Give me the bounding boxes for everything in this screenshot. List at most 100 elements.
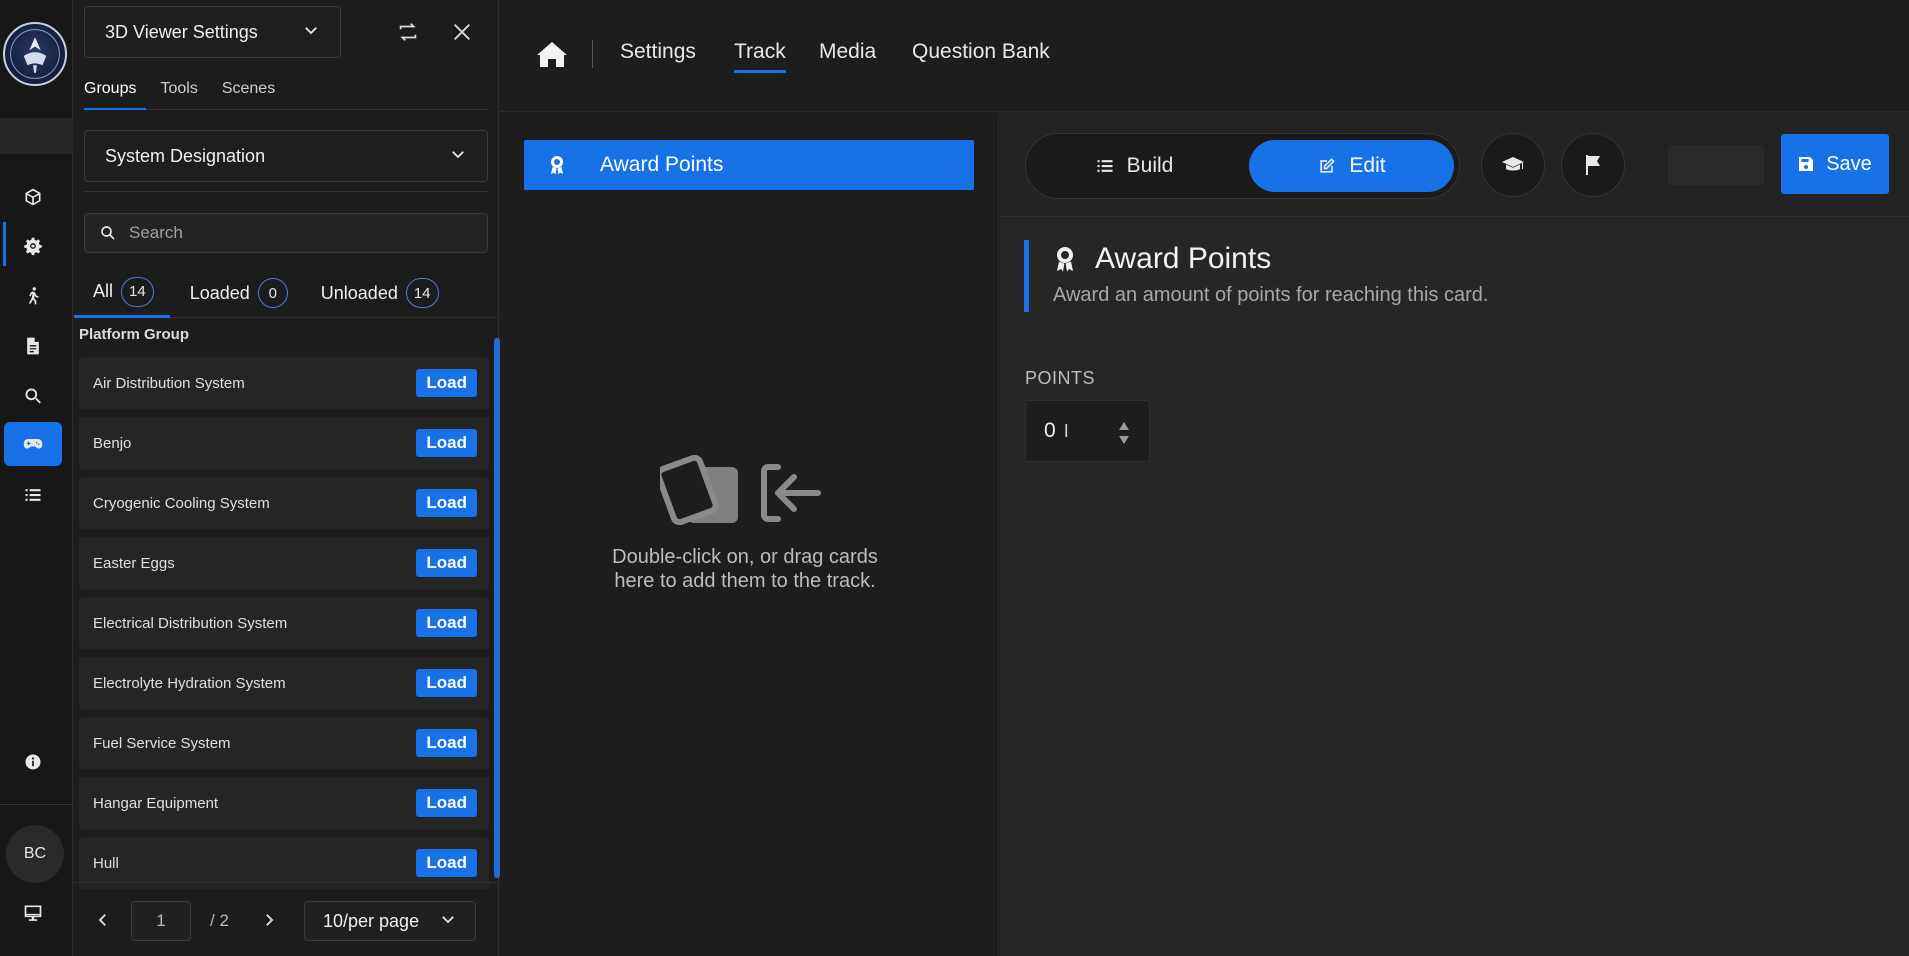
nav-track[interactable]: Track [734,40,786,73]
monitor-icon[interactable] [4,891,62,935]
card-description: Award an amount of points for reaching t… [1053,284,1489,306]
home-icon[interactable] [536,40,570,70]
graduation-cap-icon[interactable] [1481,133,1545,197]
search-icon[interactable] [4,374,62,418]
list-item: Benjo Load [79,417,489,469]
document-icon[interactable] [4,324,62,368]
item-name: Hangar Equipment [93,794,219,812]
edit-icon [1320,158,1336,173]
top-navigation: Settings Track Media Question Bank [500,0,1909,112]
filter-unloaded[interactable]: Unloaded 14 [288,268,439,318]
nav-media[interactable]: Media [819,40,876,64]
mode-toggle: Build Edit [1025,133,1460,199]
chevron-down-icon [449,145,467,168]
close-icon[interactable] [444,14,480,50]
text-cursor-icon: I [1063,420,1069,441]
item-name: Hull [93,854,119,872]
list-item: Hangar Equipment Load [79,777,489,829]
left-rail: BC [0,0,73,956]
panel-mode-select[interactable]: 3D Viewer Settings [84,6,341,58]
award-icon [1057,247,1073,272]
info-icon[interactable] [4,740,62,784]
pagination: 1 / 2 10/per page [74,882,498,956]
filter-unloaded-count: 14 [405,278,439,308]
chevron-right-icon[interactable] [254,905,284,935]
list-icon[interactable] [4,473,62,517]
edit-mode-button[interactable]: Edit [1249,140,1454,192]
nav-settings[interactable]: Settings [620,40,696,64]
load-button[interactable]: Load [416,369,477,397]
filter-all[interactable]: All 14 [74,268,170,318]
filter-loaded-label: Loaded [189,282,250,303]
filter-all-label: All [93,281,114,301]
tab-tools[interactable]: Tools [160,70,207,110]
filter-loaded[interactable]: Loaded 0 [170,268,288,318]
points-number-input[interactable]: 0 I [1025,400,1150,462]
load-button[interactable]: Load [416,489,477,517]
item-name: Benjo [93,434,132,452]
per-page-select[interactable]: 10/per page [304,901,476,941]
chevron-left-icon[interactable] [88,905,118,935]
page-total: / 2 [210,911,229,930]
load-button[interactable]: Load [416,669,477,697]
item-name: Cryogenic Cooling System [93,494,270,512]
load-button[interactable]: Load [416,729,477,757]
card-title-row: Award Points [1053,242,1884,276]
track-card-label: Award Points [600,153,724,176]
group-by-value: System Designation [105,145,266,166]
list-item: Fuel Service System Load [79,717,489,769]
group-by-select[interactable]: System Designation [84,130,488,182]
walking-person-icon[interactable] [4,274,62,318]
item-name: Electrical Distribution System [93,614,288,632]
tab-groups[interactable]: Groups [84,70,147,110]
load-filter-tabs: All 14 Loaded 0 Unloaded 14 [74,268,498,318]
refresh-icon[interactable] [390,14,426,50]
list-item: Cryogenic Cooling System Load [79,477,489,529]
build-mode-label: Build [1126,154,1174,177]
group-heading: Platform Group [79,326,190,343]
chevron-down-icon [302,21,320,44]
search-input[interactable] [129,223,459,243]
gear-icon[interactable] [4,224,62,268]
gamepad-icon[interactable] [4,422,62,466]
track-card-award-points[interactable]: Award Points [524,140,974,190]
panel-title: 3D Viewer Settings [105,21,258,42]
app-window: BC 3D Viewer Settings Groups Tools Scene… [0,0,1909,956]
card-title: Award Points [1095,242,1272,275]
nav-question-bank[interactable]: Question Bank [912,40,1050,64]
viewer-settings-panel: 3D Viewer Settings Groups Tools Scenes S… [74,0,499,956]
list-item: Air Distribution System Load [79,357,489,409]
card-editor: Build Edit Save Award Points Award an am… [1000,113,1909,956]
search-field[interactable] [84,213,488,253]
load-button[interactable]: Load [416,849,477,877]
item-name: Air Distribution System [93,374,245,392]
save-label: Save [1826,152,1872,175]
load-button[interactable]: Load [416,549,477,577]
nav-divider [592,40,593,68]
item-name: Easter Eggs [93,554,175,572]
build-mode-button[interactable]: Build [1034,140,1234,192]
cube-icon[interactable] [4,175,62,219]
rail-bottom-divider [0,804,73,805]
filter-all-count: 14 [121,276,154,307]
tab-scenes[interactable]: Scenes [222,70,285,110]
editor-toolbar: Build Edit Save [1000,113,1909,217]
save-icon [1799,157,1814,171]
filter-unloaded-label: Unloaded [320,282,398,303]
load-button[interactable]: Load [416,609,477,637]
load-button[interactable]: Load [416,429,477,457]
save-button[interactable]: Save [1781,134,1889,194]
edit-mode-label: Edit [1349,154,1386,177]
item-name: Electrolyte Hydration System [93,674,286,692]
page-number-input[interactable]: 1 [131,901,191,941]
flag-icon[interactable] [1561,133,1625,197]
points-stepper[interactable] [1117,419,1131,447]
card-header: Award Points Award an amount of points f… [1024,240,1884,312]
list-item: Electrolyte Hydration System Load [79,657,489,709]
load-button[interactable]: Load [416,789,477,817]
avatar[interactable]: BC [6,825,64,883]
drag-cards-illustration [655,453,840,526]
list-icon [1097,160,1113,172]
per-page-value: 10/per page [323,910,420,931]
app-logo[interactable] [3,22,67,86]
